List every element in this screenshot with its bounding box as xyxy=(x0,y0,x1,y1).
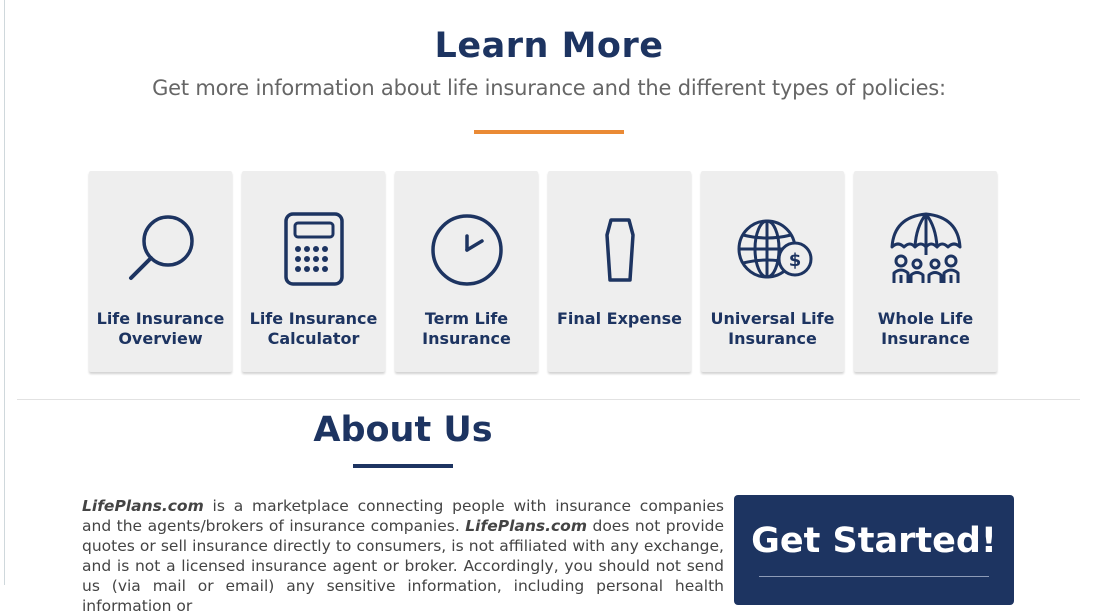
card-life-insurance-overview[interactable]: Life Insurance Overview xyxy=(89,171,232,372)
card-label: Life Insurance Calculator xyxy=(249,309,378,348)
globe-dollar-icon: $ xyxy=(701,211,844,291)
get-started-label: Get Started! xyxy=(751,521,997,561)
coffin-icon xyxy=(548,211,691,291)
card-label: Whole Life Insurance xyxy=(877,309,974,348)
card-label: Universal Life Insurance xyxy=(710,309,835,348)
card-label: Final Expense xyxy=(557,309,682,328)
svg-text:$: $ xyxy=(788,250,801,271)
card-whole-life-insurance[interactable]: Whole Life Insurance xyxy=(854,171,997,372)
section-divider xyxy=(17,399,1080,400)
umbrella-family-icon xyxy=(854,211,997,291)
card-label: Life Insurance Overview xyxy=(96,309,225,348)
card-final-expense[interactable]: Final Expense xyxy=(548,171,691,372)
get-started-button[interactable]: Get Started! xyxy=(734,495,1014,605)
card-label: Term Life Insurance xyxy=(422,309,511,348)
magnifying-glass-icon xyxy=(89,211,232,291)
calculator-icon xyxy=(242,211,385,291)
card-term-life-insurance[interactable]: Term Life Insurance xyxy=(395,171,538,372)
title-underline xyxy=(474,130,624,134)
learn-more-subtitle: Get more information about life insuranc… xyxy=(152,76,946,100)
brand-name: LifePlans.com xyxy=(465,517,587,535)
about-title-underline xyxy=(353,464,453,468)
about-us-text: LifePlans.com is a marketplace connectin… xyxy=(82,496,724,616)
brand-name: LifePlans.com xyxy=(82,497,204,515)
about-us-title: About Us xyxy=(313,410,493,450)
cta-divider xyxy=(759,576,989,577)
card-life-insurance-calculator[interactable]: Life Insurance Calculator xyxy=(242,171,385,372)
clock-icon xyxy=(395,211,538,291)
learn-more-title: Learn More xyxy=(434,26,664,66)
card-universal-life-insurance[interactable]: $ Universal Life Insurance xyxy=(701,171,844,372)
